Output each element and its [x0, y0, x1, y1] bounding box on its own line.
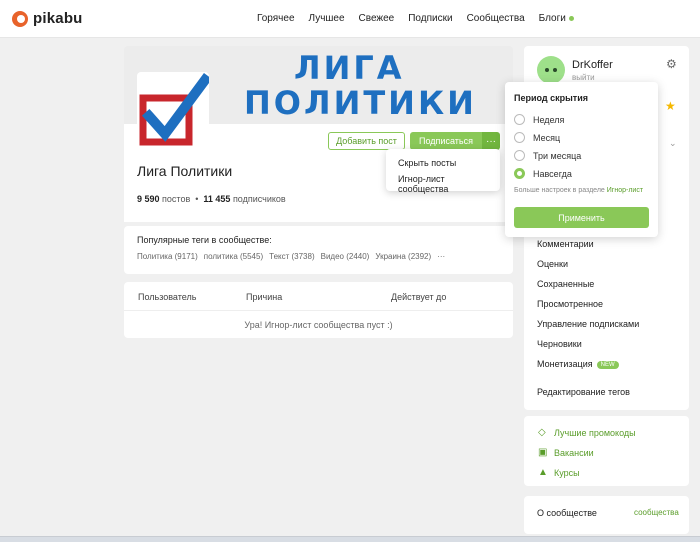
radio-three-months[interactable]: Три месяца [514, 150, 581, 161]
menu-edit-tags[interactable]: Редактирование тегов [537, 387, 639, 407]
column-header-valid-until: Действует до [391, 292, 447, 302]
radio-circle [514, 150, 525, 161]
radio-three-months-label: Три месяца [533, 150, 582, 161]
nav-communities[interactable]: Сообщества [467, 13, 525, 24]
tags-more-button[interactable]: ··· [437, 252, 445, 261]
radio-week-label: Неделя [533, 114, 565, 125]
popup-hint: Больше настроек в разделе Игнор-лист [514, 187, 643, 194]
about-community-link[interactable]: сообщества [634, 508, 679, 517]
posts-count: 9 590 [137, 194, 160, 204]
more-options-dropdown: Скрыть посты Игнор-лист сообщества [386, 149, 500, 194]
brand-name: pikabu [33, 10, 83, 27]
os-taskbar [0, 536, 700, 542]
avatar-eye [553, 68, 557, 72]
courses-label: Курсы [554, 467, 580, 478]
tag-item[interactable]: Текст (3738) [269, 252, 315, 261]
subscribers-count: 11 455 [203, 194, 231, 204]
radio-circle-selected [514, 168, 525, 179]
subscribe-button[interactable]: Подписаться [410, 132, 482, 150]
tag-item[interactable]: политика (5545) [204, 252, 263, 261]
promo-codes-label: Лучшие промокоды [554, 427, 636, 438]
briefcase-icon: ▣ [538, 447, 548, 458]
popup-hint-text: Больше настроек в разделе [514, 187, 607, 194]
banner-line-2: ПОЛИТИКИ [244, 84, 477, 122]
nav-best[interactable]: Лучшее [309, 13, 345, 24]
subscribers-label: подписчиков [232, 194, 286, 204]
community-title: Лига Политики [137, 163, 233, 179]
menu-monetization-label: Монетизация [537, 359, 593, 369]
tag-icon: ◇ [538, 427, 546, 438]
nav-hot[interactable]: Горячее [257, 13, 295, 24]
menu-manage-subscriptions[interactable]: Управление подписками [537, 319, 639, 339]
menu-monetization[interactable]: Монетизация NEW [537, 359, 639, 379]
username[interactable]: DrKoffer [572, 59, 613, 71]
radio-forever-label: Навсегда [533, 168, 572, 179]
vacancies-link[interactable]: ▣ Вакансии [538, 447, 594, 458]
radio-circle [514, 132, 525, 143]
nav-blogs-label: Блоги [538, 13, 566, 24]
more-options-button[interactable]: ··· [482, 132, 500, 150]
user-avatar[interactable] [537, 56, 565, 84]
radio-month[interactable]: Месяц [514, 132, 560, 143]
menu-saved[interactable]: Сохраненные [537, 279, 639, 299]
blogs-dot-icon [568, 15, 574, 21]
graduation-cap-icon: ▲ [538, 467, 548, 478]
community-avatar [137, 72, 212, 160]
column-header-reason: Причина [246, 292, 283, 302]
chevron-down-icon[interactable]: ⌄ [669, 138, 677, 149]
top-header: pikabu Горячее Лучшее Свежее Подписки Со… [0, 0, 700, 38]
ignore-list-link[interactable]: Игнор-лист [607, 187, 643, 194]
tag-item[interactable]: Видео (2440) [321, 252, 370, 261]
courses-link[interactable]: ▲ Курсы [538, 467, 580, 478]
column-header-user: Пользователь [138, 292, 197, 302]
promo-codes-link[interactable]: ◇ Лучшие промокоды [538, 427, 636, 438]
user-menu: Комментарии Оценки Сохраненные Просмотре… [537, 239, 639, 407]
menu-drafts[interactable]: Черновики [537, 339, 639, 359]
radio-circle [514, 114, 525, 125]
menu-comments[interactable]: Комментарии [537, 239, 639, 259]
tag-item[interactable]: Украина (2392) [375, 252, 431, 261]
nav-subscriptions[interactable]: Подписки [408, 13, 452, 24]
settings-gear-icon[interactable]: ⚙ [666, 57, 677, 71]
popular-tags-card: Популярные теги в сообществе: Политика (… [124, 226, 513, 274]
dropdown-ignore-list[interactable]: Игнор-лист сообщества [386, 171, 500, 197]
star-icon: ★ [665, 99, 676, 113]
empty-list-message: Ура! Игнор-лист сообщества пуст :) [244, 320, 393, 330]
nav-fresh[interactable]: Свежее [359, 13, 395, 24]
community-stats: 9 590 постов • 11 455 подписчиков [137, 194, 286, 204]
avatar-eye [545, 68, 549, 72]
tag-item[interactable]: Политика (9171) [137, 252, 198, 261]
posts-label: постов [162, 194, 191, 204]
table-divider [124, 310, 513, 311]
new-badge: NEW [596, 360, 619, 369]
radio-week[interactable]: Неделя [514, 114, 564, 125]
banner-line-1: ЛИГА [294, 49, 405, 87]
popup-title: Период скрытия [514, 93, 588, 103]
logout-link[interactable]: выйти [572, 73, 595, 82]
pikabu-logo[interactable]: pikabu [12, 10, 83, 27]
add-post-button[interactable]: Добавить пост [328, 132, 405, 150]
nav-blogs[interactable]: Блоги [539, 13, 574, 24]
about-community-label: О сообществе [537, 508, 597, 518]
menu-viewed[interactable]: Просмотренное [537, 299, 639, 319]
about-community-card: О сообществе сообщества [524, 496, 689, 534]
popular-tags-title: Популярные теги в сообществе: [137, 235, 272, 245]
radio-month-label: Месяц [533, 132, 561, 143]
menu-ratings[interactable]: Оценки [537, 259, 639, 279]
dropdown-hide-posts[interactable]: Скрыть посты [386, 155, 500, 171]
popular-tags-list: Политика (9171) политика (5545) Текст (3… [137, 252, 445, 261]
hide-period-popup: Период скрытия Неделя Месяц Три месяца Н… [505, 82, 658, 237]
ignore-list-table: Пользователь Причина Действует до Ура! И… [124, 282, 513, 338]
main-nav: Горячее Лучшее Свежее Подписки Сообществ… [257, 13, 574, 24]
promo-card: ◇ Лучшие промокоды ▣ Вакансии ▲ Курсы [524, 416, 689, 486]
apply-button[interactable]: Применить [514, 207, 649, 228]
vacancies-label: Вакансии [554, 447, 594, 458]
radio-forever[interactable]: Навсегда [514, 168, 572, 179]
pikabu-logo-icon [12, 10, 28, 27]
ballot-check-icon [139, 73, 212, 146]
